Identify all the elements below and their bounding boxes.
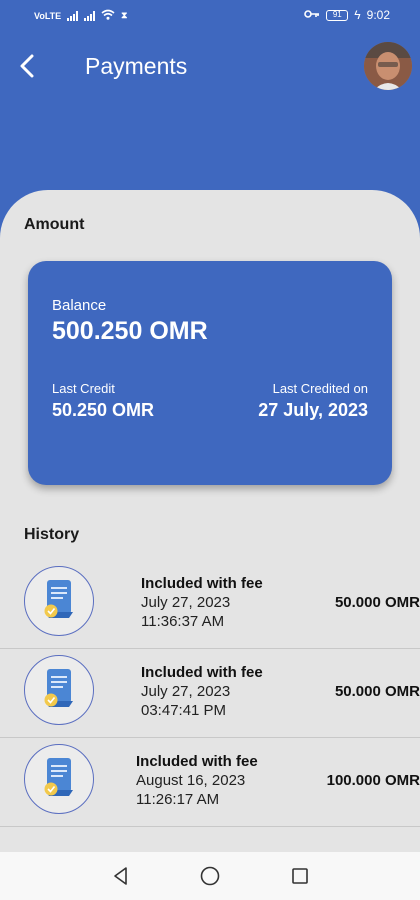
signal-icon (67, 10, 79, 21)
balance-card: Balance 500.250 OMR Last Credit 50.250 O… (28, 261, 392, 485)
transaction-title: Included with fee (141, 575, 263, 592)
triangle-back-icon (114, 867, 127, 885)
hourglass-icon: ⧗ (121, 10, 128, 20)
history-item[interactable]: Included with fee July 27, 2023 11:36:37… (0, 560, 420, 649)
signal-icon-2 (84, 10, 96, 21)
square-recents-icon (292, 868, 308, 884)
transaction-time: 03:47:41 PM (141, 702, 227, 719)
history-section-label: History (24, 526, 80, 543)
transaction-date: July 27, 2023 (141, 594, 231, 611)
transaction-date: July 27, 2023 (141, 683, 231, 700)
last-credited-on-label: Last Credited on (272, 381, 368, 396)
user-avatar-icon (364, 42, 412, 90)
wifi-icon (101, 9, 115, 22)
nav-home-button[interactable] (198, 864, 222, 888)
receipt-icon (24, 655, 94, 725)
transaction-amount: 50.000 OMR (334, 594, 420, 611)
transaction-amount: 100.000 OMR (326, 772, 420, 789)
receipt-icon (24, 744, 94, 814)
system-nav-bar (0, 852, 420, 900)
transaction-time: 11:26:17 AM (136, 791, 220, 808)
transaction-title: Included with fee (136, 753, 258, 770)
nav-recents-button[interactable] (288, 864, 312, 888)
balance-label: Balance (52, 297, 107, 314)
history-item[interactable]: Included with fee August 16, 2023 11:26:… (0, 738, 420, 827)
amount-section-label: Amount (24, 216, 85, 233)
last-credited-on-value: 27 July, 2023 (258, 400, 368, 420)
last-credit-value: 50.250 OMR (52, 400, 155, 420)
content-sheet: Amount Balance 500.250 OMR Last Credit 5… (0, 190, 420, 852)
history-list: Included with fee July 27, 2023 11:36:37… (0, 560, 420, 827)
status-right-indicators: 91 ϟ 9:02 (304, 8, 390, 22)
transaction-date: August 16, 2023 (136, 772, 246, 789)
transaction-time: 11:36:37 AM (141, 613, 225, 630)
battery-icon: 91 (326, 9, 349, 21)
volte-icon: VoLTE (34, 10, 62, 21)
transaction-title: Included with fee (141, 664, 263, 681)
balance-value: 500.250 OMR (52, 317, 208, 345)
status-bar: VoLTE ⧗ 91 ϟ 9:02 (0, 0, 420, 32)
receipt-icon (24, 566, 94, 636)
last-credit-label: Last Credit (52, 381, 115, 396)
nav-back-button[interactable] (109, 864, 133, 888)
history-item[interactable]: Included with fee July 27, 2023 03:47:41… (0, 649, 420, 738)
circle-home-icon (200, 866, 220, 886)
key-icon (304, 8, 320, 22)
status-left-indicators: VoLTE ⧗ (34, 9, 128, 22)
charging-icon: ϟ (354, 8, 361, 22)
back-button[interactable] (12, 48, 42, 84)
avatar[interactable] (364, 42, 412, 90)
status-time: 9:02 (366, 8, 390, 22)
back-arrow-icon (20, 54, 34, 78)
page-title: Payments (85, 53, 188, 79)
transaction-amount: 50.000 OMR (334, 683, 420, 700)
